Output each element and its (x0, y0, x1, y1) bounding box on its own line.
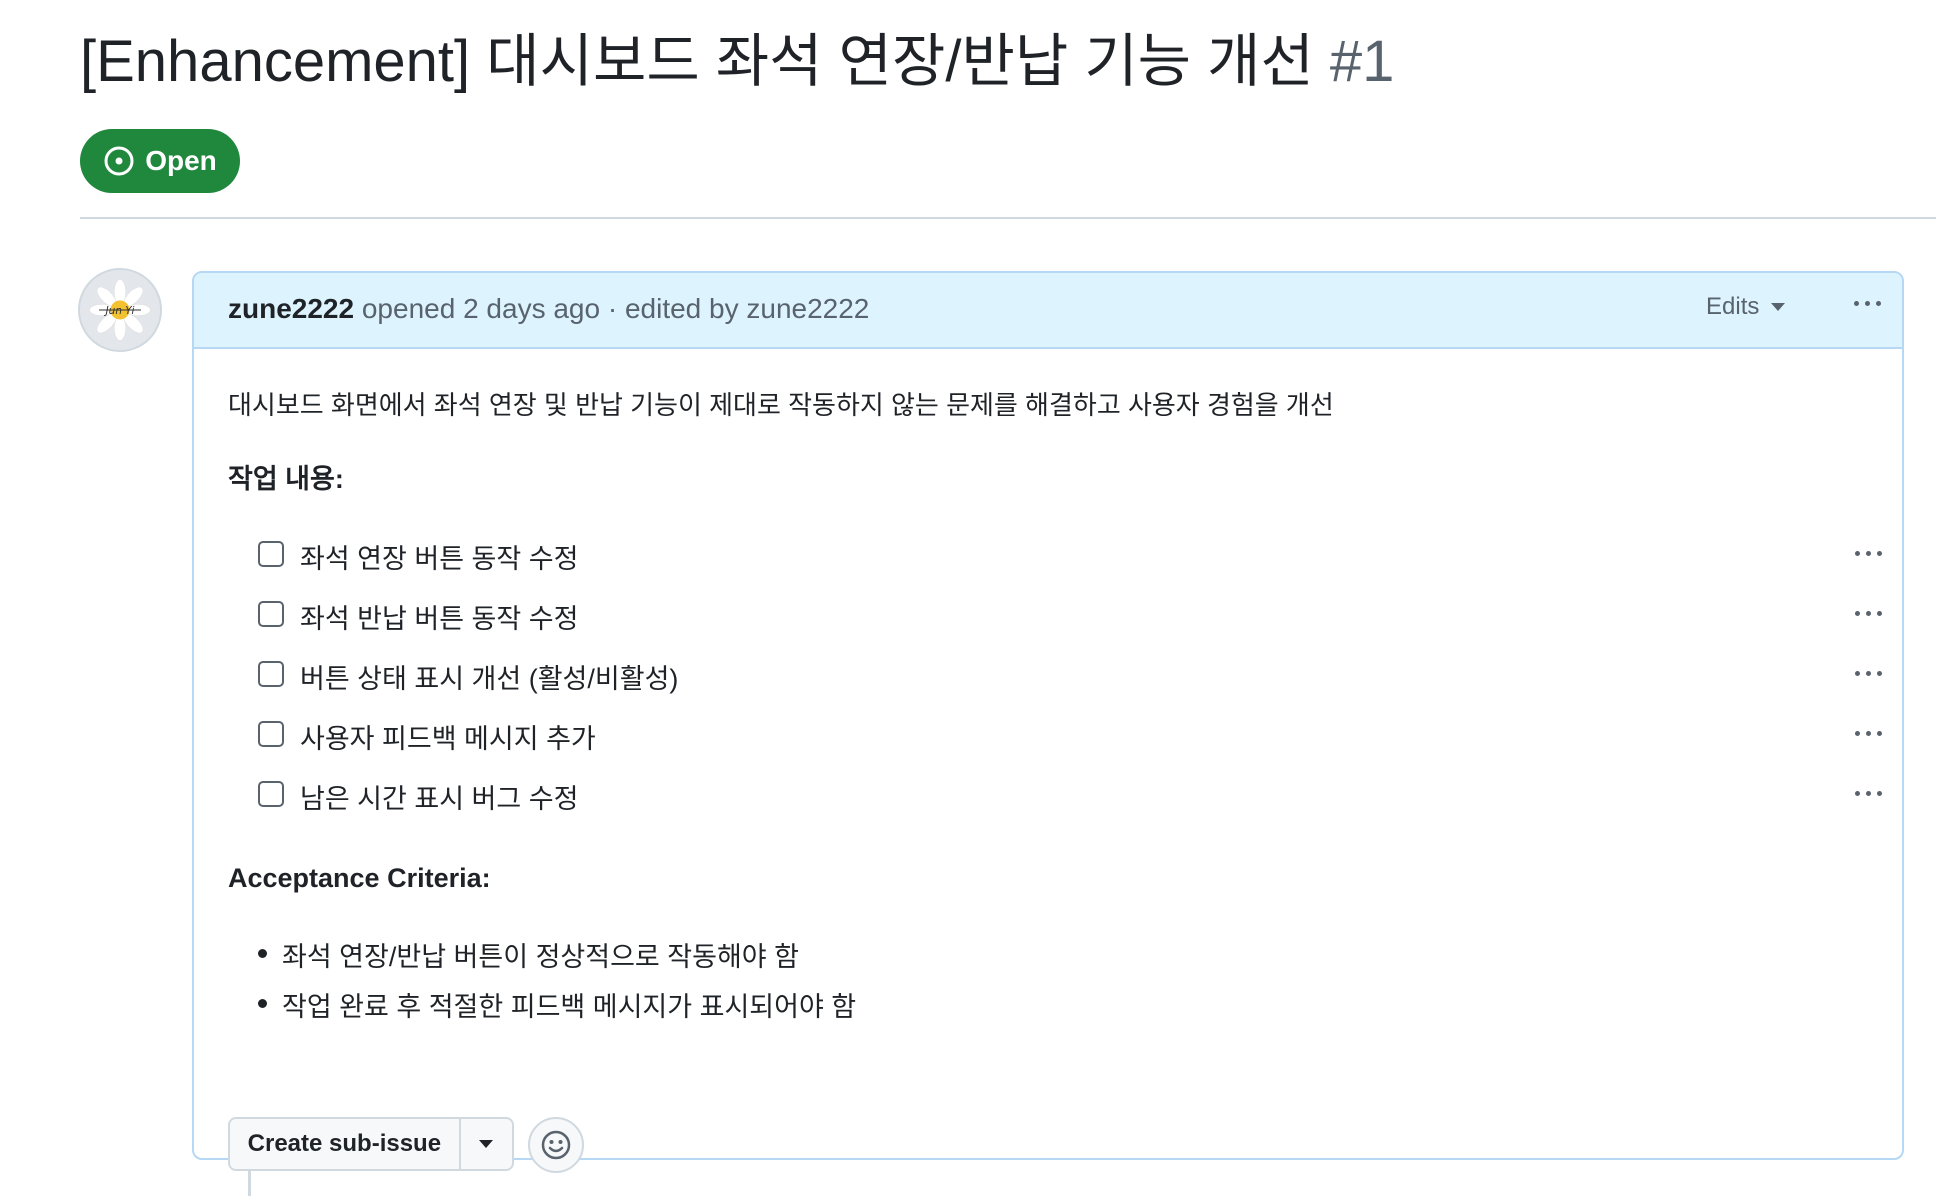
author-link[interactable]: zune2222 (228, 293, 354, 324)
comment-meta: zune2222 opened 2 days ago · edited by z… (228, 293, 869, 325)
task-checkbox[interactable] (258, 781, 284, 807)
issue-state-badge: Open (80, 129, 240, 193)
task-label: 좌석 반납 버튼 동작 수정 (300, 604, 579, 634)
task-item: 남은 시간 표시 버그 수정 (228, 773, 1882, 817)
task-item: 좌석 연장 버튼 동작 수정 (228, 533, 1882, 577)
issue-open-icon (104, 146, 134, 176)
task-label: 사용자 피드백 메시지 추가 (300, 724, 596, 754)
task-checkbox[interactable] (258, 601, 284, 627)
task-item: 버튼 상태 표시 개선 (활성/비활성) (228, 653, 1882, 697)
triangle-down-icon (1771, 303, 1786, 311)
task-item: 사용자 피드백 메시지 추가 (228, 713, 1882, 757)
issue-title-text: [Enhancement] 대시보드 좌석 연장/반납 기능 개선 (80, 29, 1314, 94)
avatar[interactable]: Jun Yi (78, 268, 162, 352)
task-item: 좌석 반납 버튼 동작 수정 (228, 593, 1882, 637)
smiley-icon (541, 1130, 571, 1160)
add-reaction-button[interactable] (528, 1117, 584, 1173)
task-options-button[interactable] (1855, 791, 1882, 796)
list-item-text: 작업 완료 후 적절한 피드백 메시지가 표시되어야 함 (282, 992, 857, 1022)
task-checkbox[interactable] (258, 721, 284, 747)
opened-edited-text: opened 2 days ago · edited by zune2222 (361, 293, 870, 324)
kebab-horizontal-icon (1855, 671, 1860, 676)
issue-comment: zune2222 opened 2 days ago · edited by z… (192, 271, 1904, 1173)
kebab-horizontal-icon (1855, 551, 1860, 556)
header-divider (80, 217, 1936, 219)
task-checkbox[interactable] (258, 541, 284, 567)
edits-label: Edits (1706, 293, 1760, 320)
task-checkbox[interactable] (258, 661, 284, 687)
avatar-signature: Jun Yi (104, 305, 135, 317)
kebab-horizontal-icon (1855, 791, 1860, 796)
task-label: 남은 시간 표시 버그 수정 (300, 784, 579, 814)
kebab-horizontal-icon (1855, 731, 1860, 736)
task-options-button[interactable] (1855, 671, 1882, 676)
list-item: 작업 완료 후 적절한 피드백 메시지가 표시되어야 함 (258, 985, 856, 1024)
tasks-heading: 작업 내용: (228, 464, 344, 494)
kebab-horizontal-icon (1855, 611, 1860, 616)
comment-options-button[interactable] (1854, 301, 1881, 306)
acceptance-criteria-heading: Acceptance Criteria: (228, 863, 491, 893)
issue-number: #1 (1329, 29, 1395, 94)
task-options-button[interactable] (1855, 551, 1882, 556)
description-text: 대시보드 화면에서 좌석 연장 및 반납 기능이 제대로 작동하지 않는 문제를… (228, 390, 1334, 420)
daisy-avatar-image: Jun Yi (80, 270, 160, 350)
list-item-text: 좌석 연장/반납 버튼이 정상적으로 작동해야 함 (282, 942, 799, 972)
task-label: 좌석 연장 버튼 동작 수정 (300, 544, 579, 574)
create-sub-issue-group: Create sub-issue (228, 1117, 514, 1171)
task-label: 버튼 상태 표시 개선 (활성/비활성) (300, 664, 679, 694)
comment-body: 대시보드 화면에서 좌석 연장 및 반납 기능이 제대로 작동하지 않는 문제를… (228, 349, 1882, 1173)
triangle-down-icon (479, 1140, 494, 1148)
create-sub-issue-button[interactable]: Create sub-issue (230, 1119, 459, 1169)
create-sub-issue-dropdown[interactable] (458, 1119, 512, 1169)
task-options-button[interactable] (1855, 611, 1882, 616)
edits-dropdown[interactable]: Edits (1706, 293, 1786, 321)
issue-title: [Enhancement] 대시보드 좌석 연장/반납 기능 개선 #1 (80, 22, 1394, 102)
comment-header: zune2222 opened 2 days ago · edited by z… (194, 273, 1902, 349)
kebab-horizontal-icon (1854, 301, 1859, 306)
task-options-button[interactable] (1855, 731, 1882, 736)
list-item: 좌석 연장/반납 버튼이 정상적으로 작동해야 함 (258, 935, 799, 974)
issue-state-label: Open (145, 145, 217, 176)
